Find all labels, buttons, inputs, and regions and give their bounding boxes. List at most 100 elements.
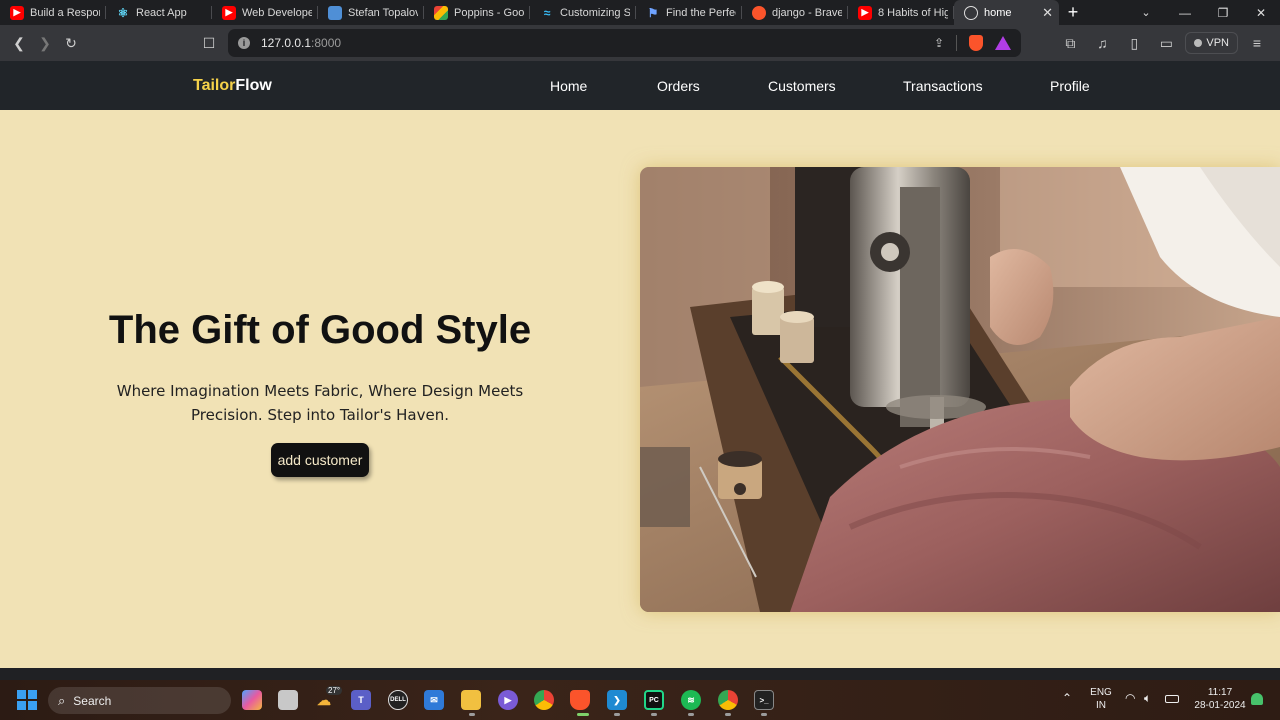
hero-subtitle: Where Imagination Meets Fabric, Where De… — [116, 382, 524, 424]
back-icon[interactable]: ❮ — [6, 30, 32, 56]
weather-badge: 27° — [326, 686, 343, 695]
hero-title: The Gift of Good Style — [108, 308, 532, 352]
running-indicator — [725, 713, 731, 716]
clock-time: 11:17 — [1207, 687, 1233, 698]
media-player-icon[interactable]: ▶ — [498, 690, 518, 710]
browser-tab[interactable]: Stefan Topalovic — [318, 0, 424, 25]
vpn-label: VPN — [1206, 37, 1229, 49]
browser-tab[interactable]: ⚑ Find the Perfect — [636, 0, 742, 25]
brave-icon[interactable] — [570, 690, 590, 710]
windows-start-icon[interactable] — [17, 690, 37, 710]
browser-tab[interactable]: ▶ Web Developer P — [212, 0, 318, 25]
close-tab-icon[interactable]: ✕ — [1042, 5, 1053, 21]
lang-line2: IN — [1096, 700, 1106, 711]
browser-toolbar: ❮ ❯ ↻ ☐ i 127.0.0.1 :8000 ⇪ ⧉ ♫ ▯ ▭ VPN … — [0, 25, 1280, 61]
pycharm-icon[interactable]: PC — [644, 690, 664, 710]
brave-shields-icon[interactable] — [969, 35, 983, 51]
terminal-icon[interactable]: >_ — [754, 690, 774, 710]
show-hidden-icons-chevron-icon[interactable]: ⌃ — [1062, 692, 1072, 705]
lang-line1: ENG — [1090, 687, 1112, 698]
nav-profile[interactable]: Profile — [1050, 78, 1090, 94]
youtube-icon: ▶ — [222, 5, 236, 20]
nav-home[interactable]: Home — [550, 78, 587, 94]
vpn-status-icon — [1194, 39, 1203, 47]
tab-label: 8 Habits of High — [878, 6, 948, 19]
brave-rewards-icon[interactable] — [995, 36, 1011, 50]
running-indicator — [761, 713, 767, 716]
nav-orders[interactable]: Orders — [657, 78, 700, 94]
page-bottom-strip — [0, 668, 1280, 680]
share-icon[interactable]: ⇪ — [934, 36, 944, 50]
brand-part2: Flow — [235, 77, 272, 94]
battery-icon[interactable] — [1165, 695, 1179, 703]
vpn-button[interactable]: VPN — [1185, 32, 1238, 54]
site-navbar: TailorFlow Home Orders Customers Transac… — [0, 61, 1280, 110]
language-indicator[interactable]: ENG IN — [1088, 686, 1114, 712]
url-port: :8000 — [311, 36, 342, 50]
running-indicator — [577, 713, 589, 716]
youtube-icon: ▶ — [10, 5, 24, 20]
page-icon — [328, 5, 342, 20]
youtube-icon: ▶ — [858, 5, 872, 20]
browser-tab[interactable]: django - Brave S — [742, 0, 848, 25]
search-label: Search — [73, 693, 112, 708]
media-icon[interactable]: ♫ — [1089, 30, 1115, 56]
teams-icon[interactable]: T — [351, 690, 371, 710]
spotify-icon[interactable]: ≋ — [681, 690, 701, 710]
task-view-icon[interactable] — [278, 690, 298, 710]
notification-bell-icon[interactable] — [1251, 693, 1263, 705]
chrome-icon[interactable] — [534, 690, 554, 710]
mail-icon[interactable]: ✉ — [424, 690, 444, 710]
window-controls: — ❐ ✕ — [1166, 0, 1280, 25]
google-fonts-icon — [434, 5, 448, 20]
copilot-icon[interactable] — [242, 690, 262, 710]
site-info-icon[interactable]: i — [238, 37, 250, 49]
nav-transactions[interactable]: Transactions — [903, 78, 983, 94]
running-indicator — [469, 713, 475, 716]
search-icon: ⌕ — [58, 692, 66, 708]
forward-icon[interactable]: ❯ — [32, 30, 58, 56]
browser-tab[interactable]: ▶ 8 Habits of High — [848, 0, 954, 25]
running-indicator — [614, 713, 620, 716]
hero-image — [640, 167, 1280, 612]
chrome-profile-icon[interactable] — [718, 690, 738, 710]
browser-tab[interactable]: ⚛ React App — [106, 0, 212, 25]
globe-icon — [964, 5, 978, 20]
bookmark-icon[interactable]: ☐ — [196, 30, 222, 56]
tab-search-chevron-icon[interactable]: ⌄ — [1136, 0, 1156, 25]
nav-customers[interactable]: Customers — [768, 78, 836, 94]
sidebar-icon[interactable]: ▯ — [1121, 30, 1147, 56]
close-window-icon[interactable]: ✕ — [1242, 0, 1280, 25]
add-customer-button[interactable]: add customer — [271, 443, 369, 477]
browser-tab[interactable]: ≈ Customizing Scre — [530, 0, 636, 25]
volume-icon[interactable]: 🔈︎ — [1144, 692, 1151, 705]
running-indicator — [651, 713, 657, 716]
tab-label: Find the Perfect — [666, 6, 736, 19]
file-explorer-icon[interactable] — [461, 690, 481, 710]
vscode-icon[interactable]: ❯ — [607, 690, 627, 710]
tab-label: Stefan Topalovic — [348, 6, 418, 19]
browser-tab[interactable]: ▶ Build a Responsiv — [0, 0, 106, 25]
new-tab-button[interactable]: + — [1059, 0, 1087, 25]
web-page: TailorFlow Home Orders Customers Transac… — [0, 61, 1280, 668]
tab-label: home — [984, 6, 1012, 19]
brand-logo[interactable]: TailorFlow — [193, 77, 272, 95]
reload-icon[interactable]: ↻ — [58, 30, 84, 56]
minimize-icon[interactable]: — — [1166, 0, 1204, 25]
menu-icon[interactable]: ≡ — [1244, 30, 1270, 56]
extensions-icon[interactable]: ⧉ — [1057, 30, 1083, 56]
tab-label: Poppins - Google — [454, 6, 524, 19]
tailwind-icon: ≈ — [543, 5, 551, 20]
brave-icon — [752, 5, 766, 20]
clock[interactable]: 11:17 28-01-2024 — [1188, 686, 1252, 712]
taskbar-search[interactable]: ⌕ Search — [48, 687, 231, 714]
browser-tab-active[interactable]: home ✕ — [954, 0, 1059, 25]
dell-icon[interactable]: DELL — [388, 690, 408, 710]
browser-tab[interactable]: Poppins - Google — [424, 0, 530, 25]
wifi-icon[interactable]: ◠ — [1125, 692, 1135, 705]
wallet-icon[interactable]: ▭ — [1153, 30, 1179, 56]
address-bar[interactable]: i 127.0.0.1 :8000 ⇪ — [228, 29, 1021, 57]
restore-icon[interactable]: ❐ — [1204, 0, 1242, 25]
divider — [956, 35, 957, 51]
tab-label: Customizing Scre — [560, 6, 630, 19]
